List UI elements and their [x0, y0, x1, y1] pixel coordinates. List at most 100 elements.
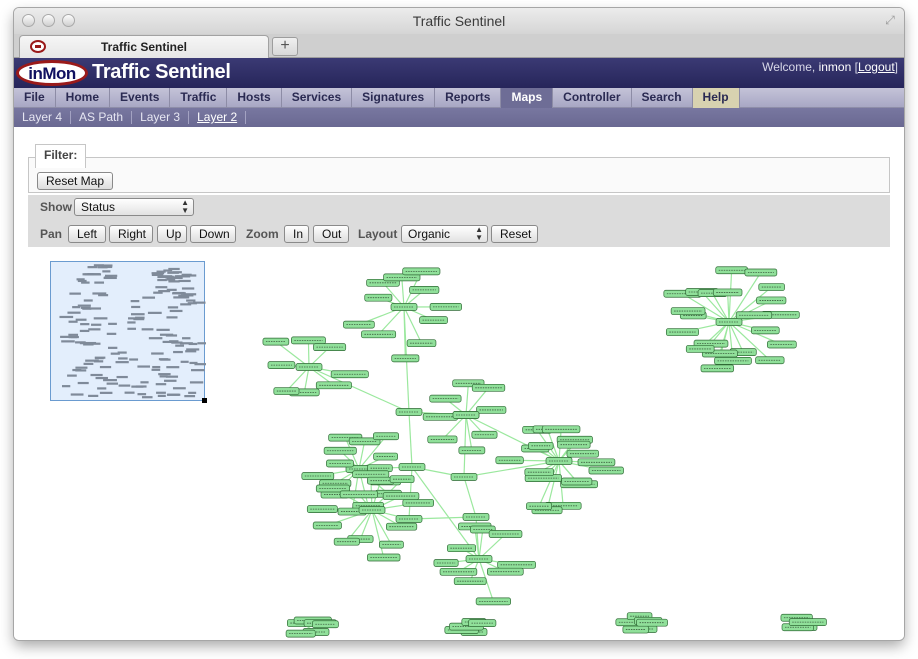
- username: inmon: [818, 60, 852, 74]
- map-link: [401, 277, 405, 308]
- overview-node: [95, 376, 108, 380]
- map-node[interactable]: [735, 311, 773, 320]
- overview-node: [140, 381, 149, 384]
- overview-node: [135, 316, 145, 319]
- map-node[interactable]: [382, 492, 420, 500]
- overview-node: [129, 358, 139, 361]
- subnav-layer-3[interactable]: Layer 3: [132, 111, 190, 124]
- overview-node: [141, 328, 154, 331]
- map-overview[interactable]: [50, 261, 212, 403]
- overview-node: [148, 337, 163, 340]
- nav-file[interactable]: File: [14, 88, 56, 108]
- overview-node: [83, 362, 94, 365]
- overview-node: [166, 316, 178, 319]
- overview-node: [156, 328, 170, 331]
- nav-maps[interactable]: Maps: [501, 88, 554, 108]
- overview-node: [175, 344, 185, 347]
- overview-node: [164, 379, 177, 382]
- overview-node: [93, 360, 104, 363]
- map-link: [403, 306, 423, 344]
- close-window-button[interactable]: [22, 14, 35, 27]
- nav-signatures[interactable]: Signatures: [352, 88, 436, 108]
- overview-node: [80, 323, 90, 326]
- overview-resize-handle[interactable]: [202, 398, 207, 403]
- overview-node: [151, 368, 161, 371]
- app-title: Traffic Sentinel: [92, 61, 231, 83]
- overview-node: [94, 357, 104, 360]
- overview-node: [77, 381, 89, 385]
- minimize-window-button[interactable]: [42, 14, 55, 27]
- nav-search[interactable]: Search: [632, 88, 693, 108]
- overview-node: [167, 306, 179, 309]
- overview-node: [180, 294, 194, 297]
- overview-node: [155, 286, 168, 289]
- fullscreen-icon[interactable]: ⤢: [882, 12, 898, 28]
- overview-node: [159, 375, 168, 378]
- overview-node: [158, 275, 173, 278]
- overview-node: [84, 273, 95, 276]
- window-title: Traffic Sentinel: [412, 13, 506, 29]
- subnav-layer-4[interactable]: Layer 4: [14, 111, 72, 124]
- nav-controller[interactable]: Controller: [553, 88, 632, 108]
- nav-traffic[interactable]: Traffic: [170, 88, 228, 108]
- overview-node: [59, 315, 74, 319]
- overview-node: [158, 290, 171, 293]
- overview-node: [68, 333, 79, 336]
- browser-tab[interactable]: Traffic Sentinel: [19, 35, 269, 58]
- overview-node: [99, 365, 112, 369]
- nav-hosts[interactable]: Hosts: [227, 88, 282, 108]
- overview-node: [178, 279, 191, 283]
- nav-reports[interactable]: Reports: [435, 88, 502, 108]
- overview-node: [106, 382, 119, 385]
- overview-node: [116, 375, 128, 379]
- new-tab-button[interactable]: +: [272, 37, 298, 56]
- overview-node: [97, 387, 107, 390]
- map-link: [465, 383, 469, 416]
- map-link: [463, 414, 467, 478]
- overview-node: [99, 391, 113, 394]
- overview-node: [75, 369, 87, 372]
- overview-node: [173, 350, 183, 354]
- overview-node: [77, 304, 91, 307]
- nav-services[interactable]: Services: [282, 88, 353, 108]
- overview-node: [131, 305, 141, 309]
- nav-help[interactable]: Help: [692, 88, 740, 108]
- overview-node: [142, 296, 156, 299]
- overview-node: [184, 395, 196, 398]
- overview-node: [181, 287, 195, 290]
- overview-node: [130, 313, 145, 316]
- overview-node: [75, 318, 87, 321]
- subnav-layer-2[interactable]: Layer 2: [189, 111, 247, 124]
- logout-link[interactable]: Logout: [858, 60, 895, 74]
- overview-node: [127, 327, 137, 330]
- overview-node: [68, 320, 78, 323]
- overview-node: [93, 264, 104, 267]
- map-link: [478, 529, 484, 560]
- map-node[interactable]: [315, 381, 352, 390]
- nav-home[interactable]: Home: [56, 88, 111, 108]
- overview-node: [70, 335, 79, 339]
- overview-node: [156, 270, 166, 273]
- overview-node: [102, 264, 113, 267]
- overview-node: [169, 309, 183, 313]
- nav-events[interactable]: Events: [110, 88, 171, 108]
- map-node[interactable]: [487, 567, 524, 576]
- overview-node: [115, 361, 129, 364]
- map-link: [371, 509, 385, 558]
- overview-node: [79, 342, 92, 345]
- overview-node: [189, 361, 198, 365]
- subnav-as-path[interactable]: AS Path: [71, 111, 133, 124]
- zoom-window-button[interactable]: [62, 14, 75, 27]
- overview-node: [69, 292, 81, 295]
- overview-node: [124, 391, 135, 394]
- map-nodes: [262, 266, 827, 638]
- overview-node: [168, 267, 180, 271]
- overview-node: [180, 360, 189, 363]
- overview-node: [107, 346, 118, 349]
- overview-node: [180, 296, 190, 299]
- overview-node: [172, 387, 186, 390]
- overview-node: [98, 294, 109, 297]
- overview-node: [172, 291, 185, 295]
- map-link: [378, 306, 405, 335]
- title-bar: Traffic Sentinel ⤢: [14, 8, 904, 34]
